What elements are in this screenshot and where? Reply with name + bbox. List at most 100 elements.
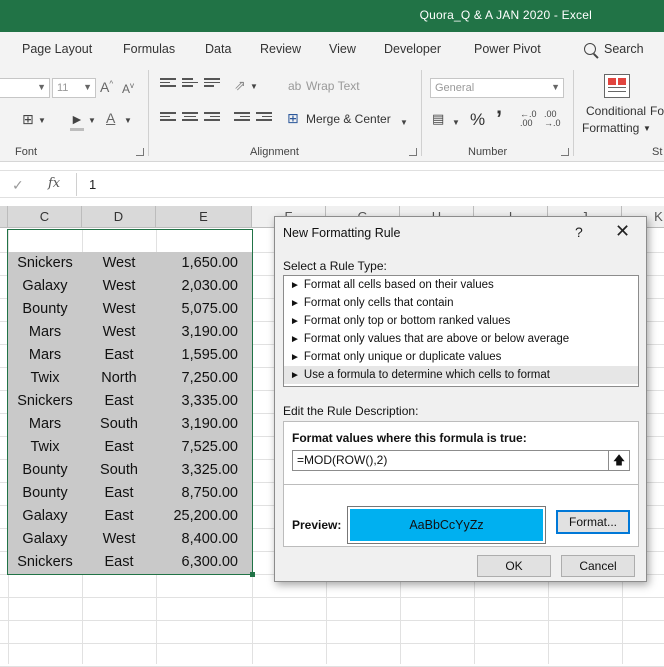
merge-center-icon: ⊞ — [287, 110, 299, 126]
align-right-icon[interactable] — [204, 112, 220, 124]
rule-type-label: Use a formula to determine which cells t… — [303, 369, 550, 381]
align-middle-icon[interactable] — [182, 78, 198, 90]
increase-decimal-icon[interactable]: ←.0.00 — [520, 110, 537, 128]
arrow-up-icon: 🡅 — [612, 453, 626, 467]
percent-style-button[interactable]: % — [470, 110, 485, 130]
group-separator — [148, 70, 149, 156]
formula-value: 1 — [89, 177, 97, 192]
collapse-dialog-button[interactable]: 🡅 — [608, 451, 629, 470]
chevron-down-icon: ▼ — [250, 82, 258, 91]
tab-developer[interactable]: Developer — [384, 42, 441, 56]
number-format-combo[interactable]: General ▼ — [430, 78, 564, 98]
chevron-down-icon: ▼ — [452, 118, 460, 127]
styles-group-label: St — [652, 146, 663, 158]
chevron-down-icon: ▼ — [124, 116, 132, 125]
search-tab[interactable]: Search — [584, 41, 644, 56]
format-as-table-cut-label: Fo — [650, 104, 664, 118]
search-label: Search — [604, 42, 644, 56]
align-top-icon[interactable] — [160, 78, 176, 90]
grow-font-button[interactable]: A^ — [100, 79, 113, 95]
font-launcher-icon[interactable] — [136, 148, 144, 156]
align-bottom-icon[interactable] — [204, 78, 220, 90]
group-separator — [573, 70, 574, 156]
ribbon-tabs: Page Layout Formulas Data Review View De… — [0, 32, 664, 66]
row-gridline — [0, 597, 664, 598]
alignment-group-label: Alignment — [250, 146, 299, 158]
column-header-d[interactable]: D — [82, 206, 156, 228]
tab-formulas[interactable]: Formulas — [123, 42, 175, 56]
new-formatting-rule-dialog: New Formatting Rule ? ✕ Select a Rule Ty… — [274, 216, 647, 582]
merge-center-button[interactable]: Merge & Center — [306, 112, 391, 126]
align-center-icon[interactable] — [182, 112, 198, 124]
chevron-down-icon: ▼ — [551, 82, 560, 92]
enter-check-icon[interactable]: ✓ — [12, 177, 24, 194]
ribbon: ▼ 11 ▼ A^ Av ⊞ ▼ ► ▼ A ▼ Font ⇗ ▼ ab Wrap… — [0, 66, 664, 162]
cancel-button[interactable]: Cancel — [561, 555, 635, 577]
borders-icon[interactable]: ⊞ — [22, 112, 34, 126]
formula-field[interactable]: =MOD(ROW(),2) 🡅 — [292, 450, 630, 471]
conditional-formatting-line2: Formatting — [582, 121, 640, 135]
column-header-c[interactable]: C — [8, 206, 82, 228]
rule-type-list[interactable]: ► Format all cells based on their values … — [283, 275, 639, 387]
comma-style-button[interactable]: ’ — [496, 106, 502, 132]
group-separator — [421, 70, 422, 156]
fill-color-icon[interactable]: ► — [70, 112, 84, 126]
chevron-down-icon: ▼ — [400, 118, 408, 127]
rule-type-unique-duplicate[interactable]: ► Format only unique or duplicate values — [284, 348, 638, 366]
help-button[interactable]: ? — [575, 224, 583, 240]
rule-type-label: Format only unique or duplicate values — [303, 351, 502, 363]
wrap-text-button[interactable]: Wrap Text — [306, 79, 360, 93]
chevron-down-icon: ▼ — [83, 82, 92, 92]
formula-field-value: =MOD(ROW(),2) — [297, 453, 388, 467]
column-header-e[interactable]: E — [156, 206, 252, 228]
formula-input[interactable]: 1 — [76, 173, 664, 196]
tab-power-pivot[interactable]: Power Pivot — [474, 42, 541, 56]
font-size-value: 11 — [57, 82, 69, 94]
arrow-right-icon: ► — [290, 370, 300, 381]
select-rule-type-label: Select a Rule Type: — [283, 259, 387, 273]
format-button[interactable]: Format... — [556, 510, 630, 534]
chevron-down-icon: ▼ — [37, 82, 46, 92]
tab-view[interactable]: View — [329, 42, 356, 56]
number-group-label: Number — [468, 146, 508, 158]
arrow-right-icon: ► — [290, 334, 300, 345]
decrease-indent-icon[interactable] — [234, 112, 250, 124]
insert-function-button[interactable]: fx — [48, 176, 60, 191]
number-format-value: General — [435, 82, 475, 94]
grow-font-label: A — [100, 79, 110, 95]
font-name-combo[interactable]: ▼ — [0, 78, 50, 98]
rule-type-label: Format only values that are above or bel… — [303, 333, 570, 345]
row-gridline — [0, 620, 664, 621]
shrink-font-button[interactable]: Av — [122, 81, 134, 96]
preview-label: Preview: — [292, 518, 342, 532]
ok-button[interactable]: OK — [477, 555, 551, 577]
number-launcher-icon[interactable] — [561, 148, 569, 156]
orientation-icon[interactable]: ⇗ — [234, 78, 246, 92]
align-left-icon[interactable] — [160, 112, 176, 124]
rule-type-cells-contain[interactable]: ► Format only cells that contain — [284, 294, 638, 312]
rule-type-use-formula[interactable]: ► Use a formula to determine which cells … — [284, 366, 638, 384]
increase-indent-icon[interactable] — [256, 112, 272, 124]
arrow-right-icon: ► — [290, 352, 300, 363]
row-gridline — [0, 643, 664, 644]
chevron-down-icon: ▼ — [38, 116, 46, 125]
formula-label: Format values where this formula is true… — [292, 431, 527, 445]
font-size-combo[interactable]: 11 ▼ — [52, 78, 96, 98]
conditional-formatting-line1: Conditional — [586, 104, 647, 118]
font-color-icon[interactable]: A — [106, 110, 115, 126]
shrink-font-label: A — [122, 82, 131, 96]
rule-type-above-below-average[interactable]: ► Format only values that are above or be… — [284, 330, 638, 348]
fill-handle[interactable] — [250, 572, 255, 577]
tab-review[interactable]: Review — [260, 42, 301, 56]
title-bar: Quora_Q & A JAN 2020 - Excel — [0, 0, 664, 32]
alignment-launcher-icon[interactable] — [409, 148, 417, 156]
decrease-decimal-icon[interactable]: .00 →.0 — [544, 110, 561, 128]
accounting-format-icon[interactable]: ▤ — [432, 112, 444, 126]
column-header-b[interactable] — [0, 206, 8, 228]
rule-type-top-bottom[interactable]: ► Format only top or bottom ranked values — [284, 312, 638, 330]
divider — [284, 484, 638, 485]
rule-type-all-cells[interactable]: ► Format all cells based on their values — [284, 276, 638, 294]
tab-data[interactable]: Data — [205, 42, 231, 56]
tab-page-layout[interactable]: Page Layout — [22, 42, 92, 56]
close-icon[interactable]: ✕ — [615, 221, 630, 242]
